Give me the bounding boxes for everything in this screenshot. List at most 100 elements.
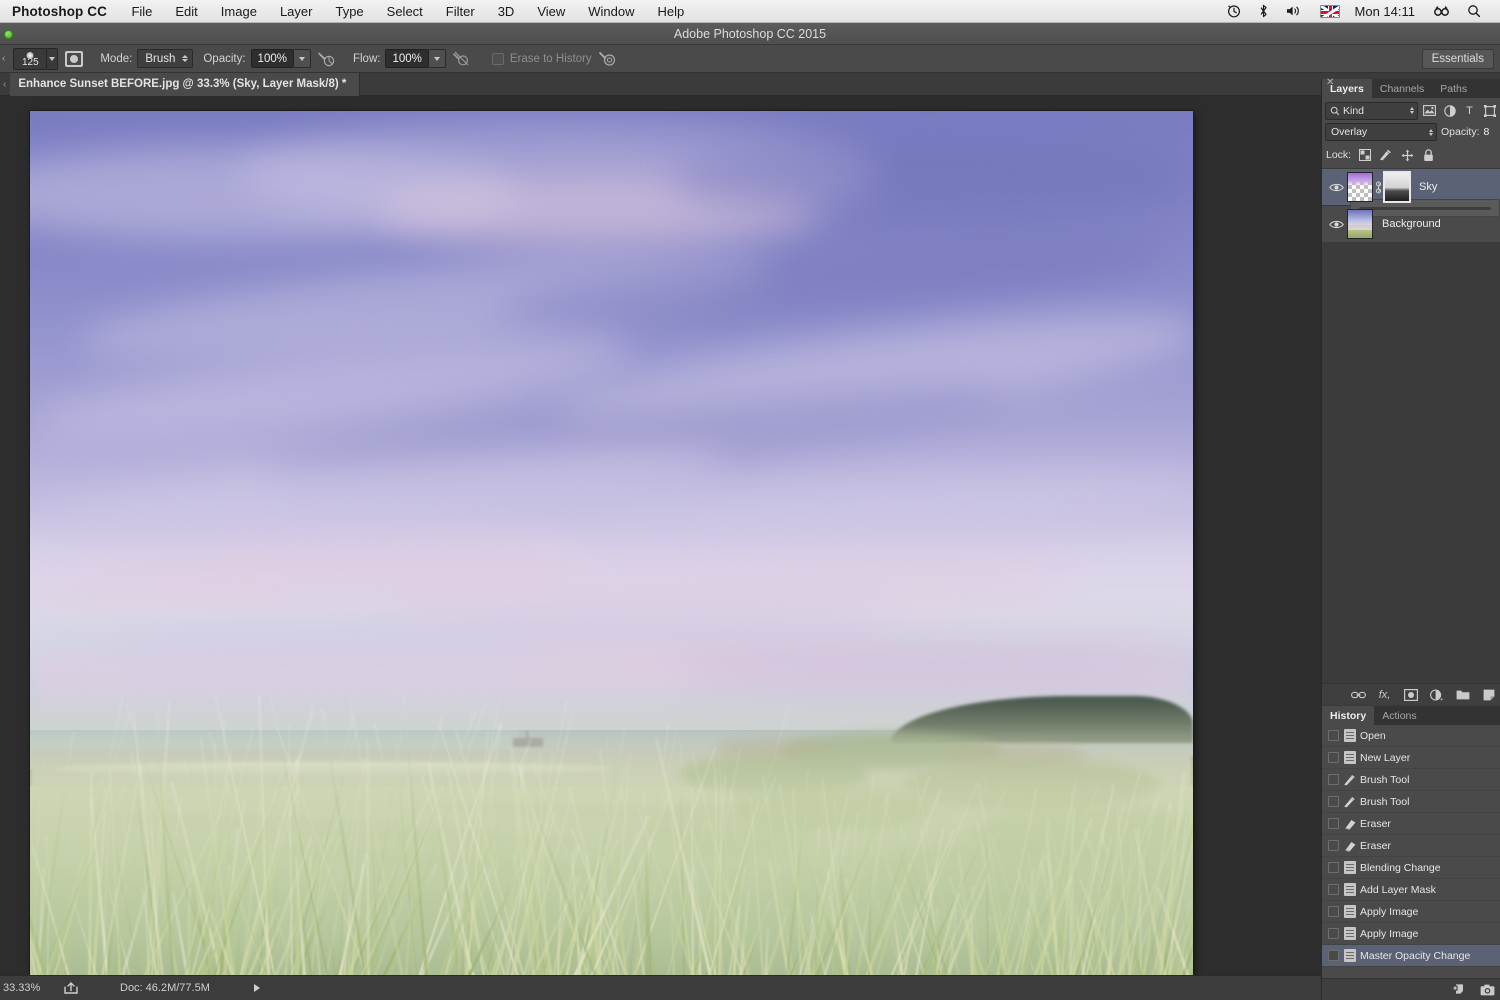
layer-thumbnail-background[interactable] bbox=[1347, 209, 1373, 239]
history-state-row[interactable]: Brush Tool bbox=[1322, 769, 1500, 791]
opacity-input[interactable]: 100% bbox=[250, 49, 294, 68]
history-source-checkbox[interactable] bbox=[1328, 818, 1339, 829]
tool-preset-chevron-icon[interactable]: ‹ bbox=[0, 53, 8, 64]
new-layer-icon[interactable] bbox=[1481, 687, 1496, 702]
erase-to-history-checkbox[interactable] bbox=[491, 52, 504, 65]
app-title-bar: Adobe Photoshop CC 2015 bbox=[0, 23, 1500, 45]
history-source-checkbox[interactable] bbox=[1328, 796, 1339, 807]
opacity-slider-button[interactable] bbox=[293, 49, 311, 68]
menu-app-name[interactable]: Photoshop CC bbox=[0, 4, 120, 19]
flow-input[interactable]: 100% bbox=[385, 49, 429, 68]
layer-name-sky[interactable]: Sky bbox=[1419, 181, 1437, 193]
history-source-checkbox[interactable] bbox=[1328, 928, 1339, 939]
menu-file[interactable]: File bbox=[120, 4, 164, 19]
siri-icon[interactable] bbox=[1425, 5, 1458, 18]
menu-help[interactable]: Help bbox=[646, 4, 696, 19]
history-source-checkbox[interactable] bbox=[1328, 906, 1339, 917]
lock-position-icon[interactable] bbox=[1400, 148, 1414, 162]
brush-preset-picker-button[interactable] bbox=[47, 47, 59, 70]
menu-filter[interactable]: Filter bbox=[434, 4, 486, 19]
airbrush-toggle-button[interactable] bbox=[451, 49, 473, 69]
add-layer-style-icon[interactable]: fx, bbox=[1377, 687, 1392, 702]
tab-scroll-left-icon[interactable]: ‹ bbox=[0, 79, 10, 90]
bluetooth-icon[interactable] bbox=[1250, 4, 1277, 18]
history-state-row[interactable]: Add Layer Mask bbox=[1322, 879, 1500, 901]
document-icon bbox=[1339, 729, 1360, 742]
tab-paths[interactable]: Paths bbox=[1432, 79, 1476, 98]
share-icon[interactable] bbox=[62, 980, 80, 996]
history-state-row[interactable]: Blending Change bbox=[1322, 857, 1500, 879]
new-adjustment-layer-icon[interactable] bbox=[1429, 687, 1444, 702]
brush-size-preview[interactable]: 125 bbox=[13, 47, 48, 70]
layer-filter-kind-select[interactable]: Kind bbox=[1325, 101, 1418, 120]
history-state-label: Blending Change bbox=[1360, 861, 1441, 874]
tab-channels[interactable]: Channels bbox=[1371, 79, 1433, 98]
link-layers-icon[interactable] bbox=[1351, 687, 1366, 702]
close-icon[interactable]: ✕ bbox=[1326, 77, 1334, 88]
menu-view[interactable]: View bbox=[526, 4, 577, 19]
menu-layer[interactable]: Layer bbox=[268, 4, 324, 19]
layer-visibility-toggle[interactable] bbox=[1325, 219, 1347, 230]
add-layer-mask-icon[interactable] bbox=[1403, 687, 1418, 702]
layer-blend-mode-select[interactable]: Overlay bbox=[1325, 123, 1437, 141]
menu-select[interactable]: Select bbox=[375, 4, 434, 19]
history-state-row[interactable]: New Layer bbox=[1322, 747, 1500, 769]
new-document-from-state-icon[interactable] bbox=[1451, 982, 1466, 997]
image-canvas[interactable] bbox=[30, 111, 1193, 975]
history-state-row[interactable]: Eraser bbox=[1322, 813, 1500, 835]
adjustment-filter-icon[interactable] bbox=[1441, 102, 1458, 120]
status-menu-arrow-icon[interactable] bbox=[253, 984, 260, 992]
time-machine-icon[interactable] bbox=[1218, 4, 1250, 18]
menu-edit[interactable]: Edit bbox=[164, 4, 209, 19]
menu-window[interactable]: Window bbox=[577, 4, 646, 19]
canvas-workspace[interactable] bbox=[0, 96, 1321, 975]
menu-type[interactable]: Type bbox=[324, 4, 375, 19]
history-state-row[interactable]: Open bbox=[1322, 725, 1500, 747]
history-source-checkbox[interactable] bbox=[1328, 884, 1339, 895]
brush-panel-toggle-button[interactable] bbox=[63, 49, 85, 69]
menu-3d[interactable]: 3D bbox=[486, 4, 526, 19]
shape-filter-icon[interactable] bbox=[1481, 102, 1498, 120]
blend-mode-select[interactable]: Brush bbox=[137, 49, 194, 68]
history-source-checkbox[interactable] bbox=[1328, 950, 1339, 961]
history-source-checkbox[interactable] bbox=[1328, 774, 1339, 785]
lock-image-pixels-icon[interactable] bbox=[1379, 148, 1393, 162]
slider-track[interactable] bbox=[1359, 207, 1491, 210]
pressure-opacity-toggle[interactable] bbox=[316, 49, 338, 69]
layer-thumbnail-sky[interactable] bbox=[1347, 172, 1373, 202]
lock-transparent-pixels-icon[interactable] bbox=[1358, 148, 1372, 162]
tab-actions[interactable]: Actions bbox=[1374, 706, 1425, 725]
history-source-checkbox[interactable] bbox=[1328, 840, 1339, 851]
document-tab[interactable]: Enhance Sunset BEFORE.jpg @ 33.3% (Sky, … bbox=[10, 72, 361, 96]
zoom-level-input[interactable]: 33.33% bbox=[0, 982, 62, 994]
history-state-row[interactable]: Eraser bbox=[1322, 835, 1500, 857]
flow-slider-button[interactable] bbox=[428, 49, 446, 68]
layer-mask-thumbnail-sky[interactable] bbox=[1383, 171, 1411, 203]
new-group-icon[interactable] bbox=[1455, 687, 1470, 702]
volume-icon[interactable] bbox=[1277, 4, 1311, 18]
history-state-row[interactable]: Apply Image bbox=[1322, 923, 1500, 945]
lock-all-icon[interactable] bbox=[1421, 148, 1435, 162]
spotlight-search-icon[interactable] bbox=[1458, 4, 1490, 18]
layer-opacity-value[interactable]: 8 bbox=[1484, 126, 1490, 138]
type-filter-icon[interactable]: T bbox=[1461, 102, 1478, 120]
history-state-row[interactable]: Apply Image bbox=[1322, 901, 1500, 923]
layer-name-background[interactable]: Background bbox=[1382, 218, 1441, 230]
workspace-switcher-button[interactable]: Essentials bbox=[1421, 48, 1494, 69]
menu-image[interactable]: Image bbox=[209, 4, 268, 19]
erase-to-history-option[interactable]: Erase to History bbox=[491, 52, 592, 65]
window-zoom-button[interactable] bbox=[4, 30, 13, 39]
link-mask-icon[interactable] bbox=[1373, 181, 1384, 194]
menu-clock[interactable]: Mon 14:11 bbox=[1349, 4, 1425, 19]
uk-flag-icon[interactable] bbox=[1311, 4, 1349, 18]
tab-history[interactable]: History bbox=[1322, 706, 1375, 725]
smoothing-options-button[interactable] bbox=[597, 49, 619, 69]
history-state-row[interactable]: Master Opacity Change bbox=[1322, 945, 1500, 967]
history-source-checkbox[interactable] bbox=[1328, 730, 1339, 741]
history-source-checkbox[interactable] bbox=[1328, 862, 1339, 873]
history-source-checkbox[interactable] bbox=[1328, 752, 1339, 763]
history-state-row[interactable]: Brush Tool bbox=[1322, 791, 1500, 813]
layer-visibility-toggle[interactable] bbox=[1325, 182, 1347, 193]
new-snapshot-icon[interactable] bbox=[1480, 982, 1495, 997]
pixel-filter-icon[interactable] bbox=[1421, 102, 1438, 120]
